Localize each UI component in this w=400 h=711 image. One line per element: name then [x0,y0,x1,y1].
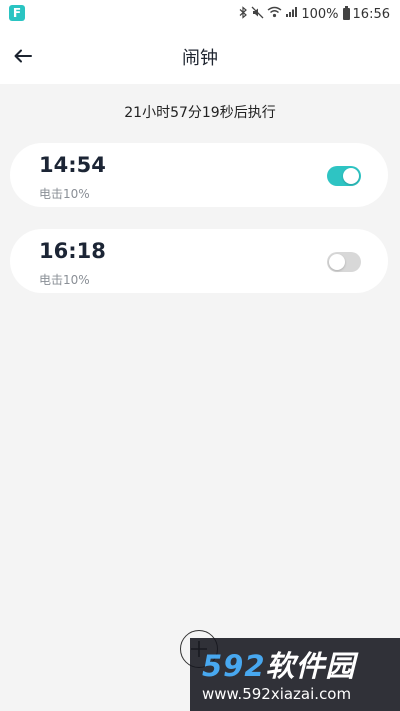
alarm-card[interactable]: 16:18 电击10% [10,229,388,293]
alarm-time: 14:54 [39,153,106,177]
signal-icon [285,6,298,22]
app-header: 闹钟 [0,28,400,84]
watermark-logo-text: 软件园 [265,649,356,683]
mute-icon [251,6,264,23]
countdown-text: 21小时57分19秒后执行 [124,105,276,121]
status-indicators: 100% 16:56 [239,4,390,24]
bluetooth-icon [239,5,248,23]
battery-icon [342,6,350,20]
alarm-card[interactable]: 14:54 电击10% [10,143,388,207]
watermark: 592软件园 www.592xiazai.com [190,638,400,711]
alarm-toggle[interactable] [327,166,361,186]
toggle-knob [343,168,359,184]
watermark-logo: 592软件园 [202,643,356,685]
app-notification-icon: F [9,5,25,21]
watermark-url: www.592xiazai.com [202,685,352,703]
alarm-label: 电击10% [39,273,90,287]
alarm-time: 16:18 [39,239,106,263]
toggle-knob [329,254,345,270]
alarm-label: 电击10% [39,187,90,201]
status-bar: F 100% 16:56 [0,0,400,28]
page-title: 闹钟 [182,48,218,69]
status-time: 16:56 [352,6,390,22]
battery-percent: 100% [301,6,339,22]
watermark-logo-number: 592 [202,649,266,683]
alarm-toggle[interactable] [327,252,361,272]
wifi-icon [267,6,282,22]
